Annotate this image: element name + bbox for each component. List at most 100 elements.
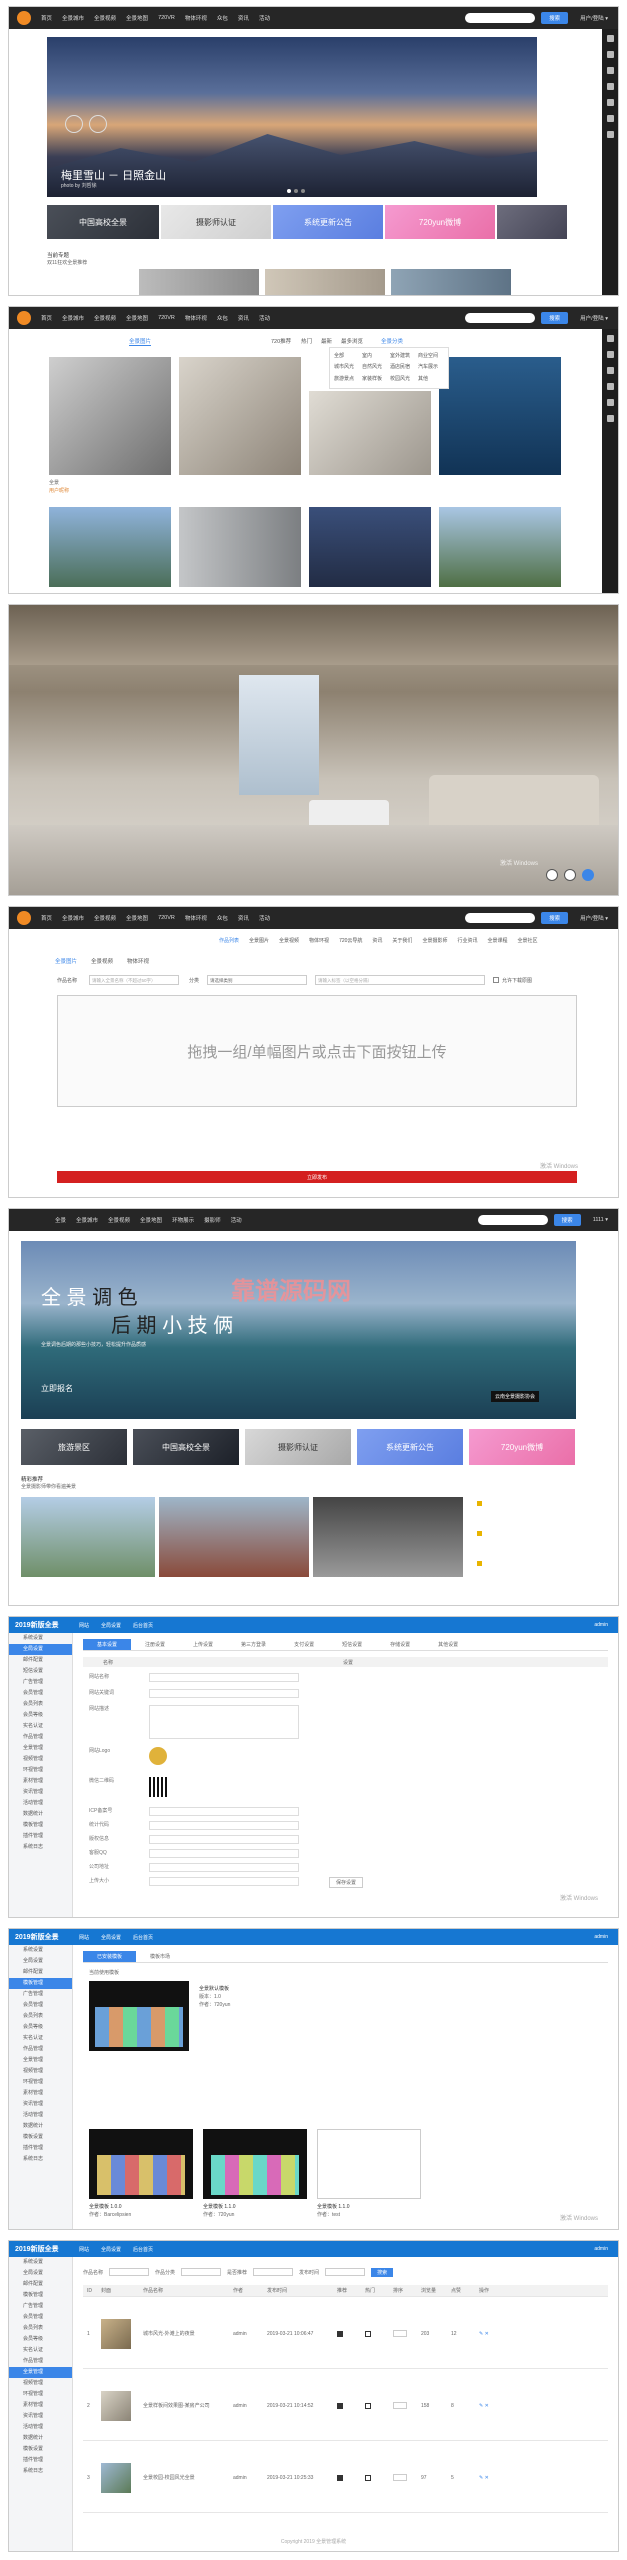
search-input[interactable] <box>465 13 536 23</box>
sidebar-item[interactable]: 系统日志 <box>9 2466 72 2477</box>
register-button[interactable]: 立即报名 <box>41 1383 73 1394</box>
sidebar-item[interactable]: 模板管理 <box>9 2290 72 2301</box>
template-tab[interactable]: 模板市场 <box>136 1951 184 1962</box>
top-tab[interactable]: 资讯 <box>372 937 382 944</box>
sidebar-item[interactable]: 全景管理 <box>9 2055 72 2066</box>
search-button[interactable]: 搜索 <box>541 312 569 324</box>
row-thumbnail[interactable] <box>101 2462 131 2493</box>
sidebar-item[interactable]: 会员列表 <box>9 2323 72 2334</box>
sidebar-item[interactable]: 插件管理 <box>9 2455 72 2466</box>
publish-button[interactable]: 立即发布 <box>57 1171 577 1183</box>
template-tab[interactable]: 已安装模板 <box>83 1951 137 1962</box>
sidebar-item[interactable]: 模板设置 <box>9 2132 72 2143</box>
sidebar-item[interactable]: 会员等级 <box>9 2022 72 2033</box>
category-tile[interactable]: 摄影师认证 <box>245 1429 351 1465</box>
hero-banner[interactable]: 梅里雪山 － 日照金山 photo by 刘哲徐 <box>47 37 537 197</box>
sidebar-item[interactable]: 环视管理 <box>9 2077 72 2088</box>
message-icon[interactable] <box>606 399 614 406</box>
row-name[interactable]: 全景样板间效果图-某房产公司 <box>143 2402 233 2409</box>
user-menu[interactable]: 用户/登陆 ▾ <box>580 914 608 922</box>
category-menu-title[interactable]: 全景分类 <box>381 337 403 345</box>
category-option[interactable]: 家装样板 <box>362 375 388 384</box>
search-input[interactable] <box>465 313 536 323</box>
logo-preview[interactable] <box>149 1747 167 1765</box>
sidebar-item[interactable]: 素材管理 <box>9 1776 72 1787</box>
nav-item[interactable]: 物体环视 <box>185 14 207 22</box>
nav-item[interactable]: 首页 <box>41 14 52 22</box>
category-option[interactable]: 自然风光 <box>362 363 388 372</box>
sidebar-item[interactable]: 资讯管理 <box>9 2411 72 2422</box>
star-icon[interactable] <box>477 1501 482 1506</box>
search-input[interactable] <box>465 913 536 923</box>
sidebar-item[interactable]: 全景管理 <box>9 1743 72 1754</box>
header-link[interactable]: 后台首页 <box>133 1934 153 1941</box>
settings-tab[interactable]: 第三方登录 <box>227 1639 280 1650</box>
nav-item[interactable]: 活动 <box>231 1216 242 1224</box>
sidebar-item[interactable]: 全局设置 <box>9 1644 72 1655</box>
sidebar-item[interactable]: 环视管理 <box>9 1765 72 1776</box>
header-link[interactable]: 全局设置 <box>101 2246 121 2253</box>
site-logo[interactable] <box>17 311 31 325</box>
nav-item[interactable]: 物体环视 <box>185 914 207 922</box>
category-option[interactable]: 室外建筑 <box>390 352 416 361</box>
nav-item[interactable]: 全景 <box>55 1216 66 1224</box>
vr-icon[interactable] <box>564 869 576 881</box>
form-input[interactable] <box>149 1673 299 1682</box>
sidebar-item[interactable]: 环视管理 <box>9 2389 72 2400</box>
home-icon[interactable] <box>606 335 614 342</box>
sidebar-item[interactable]: 全景管理 <box>9 2367 72 2378</box>
top-tab[interactable]: 全景视频 <box>279 937 299 944</box>
top-tab[interactable]: 全景社区 <box>517 937 537 944</box>
sidebar-item[interactable]: 实名认证 <box>9 2345 72 2356</box>
category-option[interactable]: 校园风光 <box>390 375 416 384</box>
settings-icon[interactable] <box>606 131 614 138</box>
template-preview[interactable] <box>203 2129 307 2199</box>
viewer-panel[interactable]: 用户/登陆 ▾ 激活 Windows <box>8 604 619 896</box>
sidebar-item[interactable]: 插件管理 <box>9 1831 72 1842</box>
template-preview[interactable] <box>89 2129 193 2199</box>
sidebar-item[interactable]: 活动管理 <box>9 2422 72 2433</box>
sidebar-item[interactable]: 系统日志 <box>9 1842 72 1853</box>
recommend-toggle[interactable] <box>337 2474 343 2481</box>
sidebar-item[interactable]: 视频管理 <box>9 2378 72 2389</box>
panorama-card[interactable] <box>313 1497 463 1577</box>
sidebar-item[interactable]: 数据统计 <box>9 2433 72 2444</box>
entry-tile[interactable]: 系统更新公告 <box>273 205 383 239</box>
thumbnail[interactable] <box>139 269 259 295</box>
thumbnail[interactable] <box>265 269 385 295</box>
sidebar-item[interactable]: 视频管理 <box>9 1754 72 1765</box>
nav-item[interactable]: 全景视频 <box>94 914 116 922</box>
nav-item[interactable]: 全景城市 <box>62 14 84 22</box>
settings-tab[interactable]: 短信设置 <box>328 1639 376 1650</box>
sidebar-item[interactable]: 实名认证 <box>9 1721 72 1732</box>
sidebar-item[interactable]: 资讯管理 <box>9 1787 72 1798</box>
sidebar-item[interactable]: 作品管理 <box>9 2044 72 2055</box>
sidebar-item[interactable]: 插件管理 <box>9 2143 72 2154</box>
row-actions[interactable]: ✎ ✕ <box>479 2331 608 2337</box>
site-logo[interactable] <box>17 911 31 925</box>
recommend-toggle[interactable] <box>337 2330 343 2337</box>
user-icon[interactable] <box>606 367 614 374</box>
category-option[interactable]: 旅游景点 <box>334 375 360 384</box>
sort-input[interactable] <box>393 2330 407 2337</box>
panorama-card[interactable] <box>49 507 171 587</box>
row-thumbnail[interactable] <box>101 2318 131 2349</box>
carousel-dots[interactable] <box>287 189 305 193</box>
category-option[interactable]: 商业空间 <box>418 352 444 361</box>
category-option[interactable]: 城市风光 <box>334 363 360 372</box>
save-button[interactable]: 保存设置 <box>329 1877 364 1888</box>
header-link[interactable]: 全局设置 <box>101 1934 121 1941</box>
sidebar-item[interactable]: 会员等级 <box>9 1710 72 1721</box>
sidebar-item[interactable]: 会员管理 <box>9 1688 72 1699</box>
sidebar-item[interactable]: 作品管理 <box>9 2356 72 2367</box>
home-icon[interactable] <box>606 35 614 42</box>
download-checkbox[interactable] <box>493 977 499 983</box>
nav-item[interactable]: 环物展示 <box>172 1216 194 1224</box>
tab-panorama-video[interactable]: 全景视频 <box>91 957 113 965</box>
sidebar-item[interactable]: 广告管理 <box>9 2301 72 2312</box>
category-option[interactable]: 酒店民宿 <box>390 363 416 372</box>
form-input[interactable] <box>149 1863 299 1872</box>
form-input[interactable] <box>149 1821 299 1830</box>
upload-icon[interactable] <box>606 51 614 58</box>
user-menu[interactable]: 用户/登陆 ▾ <box>580 14 608 22</box>
